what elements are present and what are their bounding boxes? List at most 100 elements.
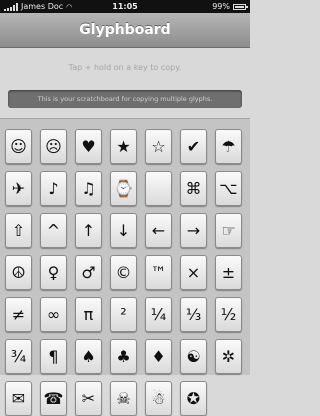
battery-percent: 99%: [212, 2, 230, 11]
three-quarters-glyph: ¾: [10, 347, 27, 366]
glyph-key-three-quarters[interactable]: ¾: [5, 339, 32, 374]
status-left: James Doc ◠: [4, 2, 72, 11]
battery-fill: [235, 5, 244, 8]
beamed-notes-glyph: ♫: [81, 179, 96, 198]
option-glyph: ⌥: [219, 179, 238, 198]
glyph-key-one-half[interactable]: ½: [215, 297, 242, 332]
trademark-glyph: ™: [150, 263, 167, 282]
glyph-key-caret[interactable]: ^: [40, 213, 67, 248]
diamond-glyph: ♦: [151, 347, 166, 366]
black-star-glyph: ★: [116, 137, 131, 156]
glyph-key-option[interactable]: ⌥: [215, 171, 242, 206]
superscript-two-glyph: ²: [120, 305, 127, 324]
heart-glyph: ♥: [81, 137, 96, 156]
glyph-key-smiley[interactable]: ☺: [5, 129, 32, 164]
yin-yang-glyph: ☯: [186, 347, 201, 366]
glyph-key-snowman[interactable]: ☃: [145, 381, 172, 416]
glyph-key-envelope[interactable]: ✉: [5, 381, 32, 416]
glyph-key-watch[interactable]: ⌚: [110, 171, 137, 206]
status-right: 99%: [212, 2, 248, 11]
copyright-glyph: ©: [115, 263, 132, 282]
frown-glyph: ☹: [45, 137, 62, 156]
wifi-icon: ◠: [66, 2, 73, 11]
glyph-key-pointing-hand[interactable]: ☞: [215, 213, 242, 248]
copy-hint: Tap + hold on a key to copy.: [68, 63, 182, 72]
snowman-glyph: ☃: [151, 389, 166, 408]
glyph-key-apple[interactable]: [145, 171, 172, 206]
pointing-hand-glyph: ☞: [221, 221, 236, 240]
glyph-key-asterisk-star[interactable]: ✲: [215, 339, 242, 374]
glyph-key-telephone[interactable]: ☎: [40, 381, 67, 416]
glyph-key-not-equal[interactable]: ≠: [5, 297, 32, 332]
arrow-down-glyph: ↓: [116, 221, 131, 240]
multiply-glyph: ×: [186, 263, 201, 282]
male-glyph: ♂: [81, 263, 96, 282]
glyph-key-black-star[interactable]: ★: [110, 129, 137, 164]
glyph-key-club[interactable]: ♣: [110, 339, 137, 374]
scratchboard-field[interactable]: This is your scratchboard for copying mu…: [8, 90, 242, 108]
glyph-key-female[interactable]: ♀: [40, 255, 67, 290]
glyph-key-arrow-up[interactable]: ↑: [75, 213, 102, 248]
eighth-note-glyph: ♪: [48, 179, 59, 198]
glyph-key-command[interactable]: ⌘: [180, 171, 207, 206]
check-glyph: ✔: [186, 137, 201, 156]
circled-star-glyph: ✪: [186, 389, 201, 408]
telephone-glyph: ☎: [43, 389, 64, 408]
glyph-key-yin-yang[interactable]: ☯: [180, 339, 207, 374]
glyph-key-white-star[interactable]: ☆: [145, 129, 172, 164]
umbrella-glyph: ☂: [221, 137, 236, 156]
glyph-key-trademark[interactable]: ™: [145, 255, 172, 290]
glyph-key-infinity[interactable]: ∞: [40, 297, 67, 332]
nav-bar: Glyphboard: [0, 13, 250, 48]
glyph-key-diamond[interactable]: ♦: [145, 339, 172, 374]
female-glyph: ♀: [47, 263, 60, 282]
envelope-glyph: ✉: [11, 389, 26, 408]
glyph-key-copyright[interactable]: ©: [110, 255, 137, 290]
glyph-key-shift[interactable]: ⇧: [5, 213, 32, 248]
not-equal-glyph: ≠: [11, 305, 26, 324]
white-star-glyph: ☆: [151, 137, 166, 156]
glyph-key-pi[interactable]: π: [75, 297, 102, 332]
glyph-key-superscript-two[interactable]: ²: [110, 297, 137, 332]
glyph-key-spade[interactable]: ♠: [75, 339, 102, 374]
glyph-key-arrow-down[interactable]: ↓: [110, 213, 137, 248]
pi-glyph: π: [83, 305, 94, 324]
glyph-key-skull[interactable]: ☠: [110, 381, 137, 416]
command-glyph: ⌘: [185, 179, 202, 198]
glyph-key-male[interactable]: ♂: [75, 255, 102, 290]
arrow-up-glyph: ↑: [81, 221, 96, 240]
glyph-key-peace[interactable]: ☮: [5, 255, 32, 290]
glyph-key-eighth-note[interactable]: ♪: [40, 171, 67, 206]
pilcrow-glyph: ¶: [48, 347, 59, 366]
scissors-glyph: ✂: [81, 389, 96, 408]
glyph-key-check[interactable]: ✔: [180, 129, 207, 164]
glyph-key-plus-minus[interactable]: ±: [215, 255, 242, 290]
glyph-key-arrow-right[interactable]: →: [180, 213, 207, 248]
glyph-key-frown[interactable]: ☹: [40, 129, 67, 164]
club-glyph: ♣: [116, 347, 131, 366]
glyph-key-airplane[interactable]: ✈: [5, 171, 32, 206]
caret-glyph: ^: [46, 221, 61, 240]
glyph-key-pilcrow[interactable]: ¶: [40, 339, 67, 374]
glyph-key-heart[interactable]: ♥: [75, 129, 102, 164]
skull-glyph: ☠: [116, 389, 131, 408]
asterisk-star-glyph: ✲: [221, 347, 236, 366]
airplane-glyph: ✈: [11, 179, 26, 198]
glyph-key-arrow-left[interactable]: ←: [145, 213, 172, 248]
glyph-key-multiply[interactable]: ×: [180, 255, 207, 290]
glyph-key-one-quarter[interactable]: ¼: [145, 297, 172, 332]
glyph-key-one-third[interactable]: ⅓: [180, 297, 207, 332]
glyph-key-circled-star[interactable]: ✪: [180, 381, 207, 416]
infinity-glyph: ∞: [46, 305, 61, 324]
glyph-key-beamed-notes[interactable]: ♫: [75, 171, 102, 206]
arrow-left-glyph: ←: [151, 221, 166, 240]
glyph-key-umbrella[interactable]: ☂: [215, 129, 242, 164]
one-quarter-glyph: ¼: [150, 305, 167, 324]
signal-bars-icon: [4, 2, 18, 11]
one-third-glyph: ⅓: [185, 305, 202, 324]
glyph-key-scissors[interactable]: ✂: [75, 381, 102, 416]
plus-minus-glyph: ±: [221, 263, 236, 282]
peace-glyph: ☮: [11, 263, 26, 282]
battery-icon: [233, 3, 248, 10]
spade-glyph: ♠: [81, 347, 96, 366]
